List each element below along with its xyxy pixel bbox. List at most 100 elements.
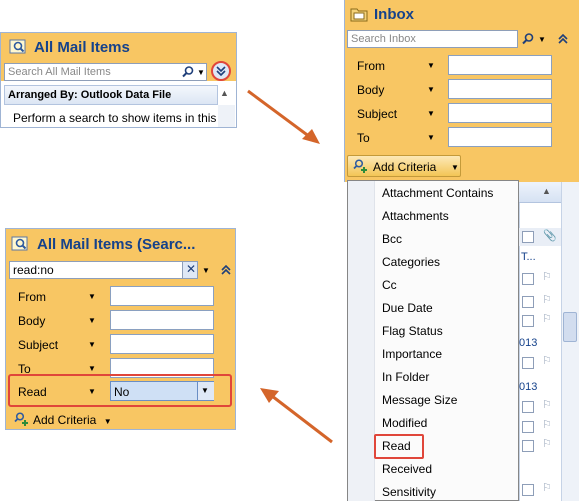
add-criteria-button[interactable]: Add Criteria ▼ — [33, 413, 112, 427]
chevron-down-icon: ▼ — [103, 417, 112, 426]
top-left-panel: All Mail Items Search All Mail Items ▼ A… — [0, 32, 237, 128]
criteria-label-read: Read — [18, 385, 47, 399]
inbox-criteria-subject-input[interactable] — [448, 103, 552, 123]
arranged-by-bar[interactable]: Arranged By: Outlook Data File — [4, 85, 218, 105]
read-value-select[interactable]: No ▼ — [110, 381, 214, 401]
list-fragment: 013 — [519, 381, 538, 393]
inbox-criteria-to-dropdown-icon[interactable]: ▼ — [427, 133, 435, 142]
flag-icon[interactable]: ⚐ — [542, 270, 552, 283]
checkbox-icon[interactable] — [522, 421, 534, 433]
menu-item-modified[interactable]: Modified — [382, 416, 427, 430]
flag-icon[interactable]: ⚐ — [542, 354, 552, 367]
flag-icon[interactable]: ⚐ — [542, 293, 552, 306]
checkbox-icon[interactable] — [522, 273, 534, 285]
checkbox-icon[interactable] — [522, 484, 534, 496]
checkbox-icon[interactable] — [522, 440, 534, 452]
flag-icon[interactable]: ⚐ — [542, 398, 552, 411]
inbox-criteria-body-input[interactable] — [448, 79, 552, 99]
menu-item-message-size[interactable]: Message Size — [382, 393, 457, 407]
menu-item-in-folder[interactable]: In Folder — [382, 370, 429, 384]
checkbox-icon[interactable] — [522, 231, 534, 243]
double-chevron-up-icon[interactable] — [557, 33, 569, 45]
flag-icon[interactable]: ⚐ — [542, 437, 552, 450]
flag-icon[interactable]: ⚐ — [542, 481, 552, 494]
add-criteria-icon — [14, 412, 28, 426]
add-criteria-icon — [353, 159, 367, 173]
scrollbar-track[interactable] — [218, 105, 235, 127]
inbox-title: Inbox — [374, 6, 414, 23]
double-chevron-up-icon[interactable] — [220, 264, 232, 276]
all-mail-search-input[interactable]: Search All Mail Items — [4, 63, 207, 81]
criteria-from-input[interactable] — [110, 286, 214, 306]
inbox-criteria-label-body: Body — [357, 83, 385, 97]
search-icon[interactable] — [521, 32, 535, 46]
inbox-criteria-subject-dropdown-icon[interactable]: ▼ — [427, 109, 435, 118]
bottom-left-title: All Mail Items (Searc... — [37, 236, 196, 253]
double-chevron-down-icon — [216, 66, 226, 77]
checkbox-icon[interactable] — [522, 357, 534, 369]
chevron-down-icon: ▼ — [451, 163, 459, 172]
search-dropdown-icon[interactable]: ▼ — [197, 68, 205, 77]
inbox-search-placeholder: Search Inbox — [351, 33, 416, 45]
read-value: No — [114, 385, 130, 399]
inbox-criteria-label-from: From — [357, 59, 385, 73]
scrollbar-thumb[interactable] — [563, 312, 577, 342]
inbox-criteria-body-dropdown-icon[interactable]: ▼ — [427, 85, 435, 94]
menu-item-attachments[interactable]: Attachments — [382, 209, 449, 223]
search-dropdown-icon[interactable]: ▼ — [202, 266, 210, 275]
list-fragment: 013 — [519, 337, 538, 349]
empty-results-message: Perform a search to show items in this — [13, 111, 217, 125]
inbox-criteria-from-dropdown-icon[interactable]: ▼ — [427, 61, 435, 70]
menu-item-read[interactable]: Read — [382, 439, 411, 453]
chevron-down-icon: ▼ — [201, 386, 209, 395]
criteria-body-input[interactable] — [110, 310, 214, 330]
flag-icon[interactable]: ⚐ — [542, 312, 552, 325]
arrow-to-bottom-left-panel-icon — [260, 388, 333, 444]
search-icon[interactable] — [181, 65, 195, 79]
sort-arrow-icon[interactable]: ▲ — [220, 88, 229, 98]
criteria-subject-input[interactable] — [110, 334, 214, 354]
criteria-from-dropdown-icon[interactable]: ▼ — [88, 292, 96, 301]
search-query-input[interactable]: read:no — [9, 261, 184, 279]
list-fragment: T... — [521, 251, 536, 263]
checkbox-icon[interactable] — [522, 401, 534, 413]
paperclip-icon: 📎 — [543, 230, 557, 242]
inbox-criteria-label-to: To — [357, 131, 370, 145]
menu-item-categories[interactable]: Categories — [382, 255, 440, 269]
criteria-subject-dropdown-icon[interactable]: ▼ — [88, 340, 96, 349]
arrow-to-right-panel-icon — [247, 89, 320, 144]
flag-icon[interactable]: ⚐ — [542, 418, 552, 431]
inbox-add-criteria-label: Add Criteria — [373, 160, 437, 174]
criteria-to-dropdown-icon[interactable]: ▼ — [88, 364, 96, 373]
search-folder-icon — [11, 236, 28, 251]
menu-item-bcc[interactable]: Bcc — [382, 232, 402, 246]
close-icon: ✕ — [186, 262, 197, 276]
arranged-by-label: Arranged By: Outlook Data File — [8, 89, 172, 101]
search-folder-icon — [9, 39, 26, 54]
menu-item-attachment-contains[interactable]: Attachment Contains — [382, 186, 493, 200]
checkbox-icon[interactable] — [522, 296, 534, 308]
inbox-criteria-from-input[interactable] — [448, 55, 552, 75]
bottom-left-panel: All Mail Items (Searc... read:no ✕ ▼ Fro… — [5, 228, 236, 430]
inbox-criteria-label-subject: Subject — [357, 107, 398, 121]
criteria-body-dropdown-icon[interactable]: ▼ — [88, 316, 96, 325]
inbox-folder-icon — [350, 8, 368, 22]
inbox-search-input[interactable]: Search Inbox — [347, 30, 518, 48]
sort-arrow-icon[interactable]: ▲ — [542, 186, 551, 196]
menu-item-importance[interactable]: Importance — [382, 347, 442, 361]
search-query-value: read:no — [13, 263, 54, 277]
criteria-read-dropdown-icon[interactable]: ▼ — [88, 387, 96, 396]
menu-item-cc[interactable]: Cc — [382, 278, 397, 292]
menu-icon-gutter — [348, 181, 375, 501]
inbox-criteria-to-input[interactable] — [448, 127, 552, 147]
menu-item-due-date[interactable]: Due Date — [382, 301, 433, 315]
criteria-label-subject: Subject — [18, 338, 59, 352]
search-dropdown-icon[interactable]: ▼ — [538, 35, 546, 44]
add-criteria-label: Add Criteria — [33, 413, 97, 427]
menu-item-flag-status[interactable]: Flag Status — [382, 324, 443, 338]
message-list-header[interactable] — [519, 182, 561, 203]
search-placeholder: Search All Mail Items — [8, 66, 111, 78]
menu-item-received[interactable]: Received — [382, 462, 432, 476]
menu-item-sensitivity[interactable]: Sensitivity — [382, 485, 436, 499]
checkbox-icon[interactable] — [522, 315, 534, 327]
